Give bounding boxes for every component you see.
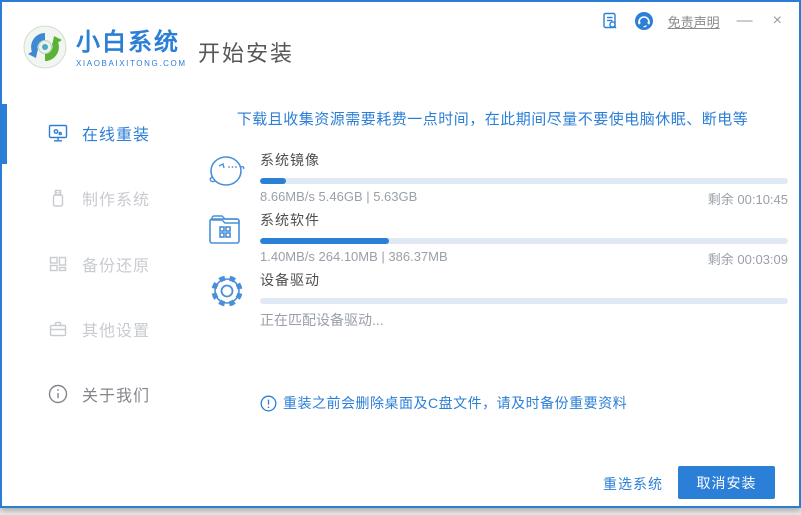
page-title: 开始安装	[198, 41, 295, 66]
title-bar: 小白系统 XIAOBAIXITONG.COM 开始安装 免责声明 — ×	[2, 2, 799, 90]
brand-name: 小白系统	[76, 29, 180, 56]
alert-circle-icon	[260, 395, 277, 411]
sidebar-item-label: 备份还原	[82, 258, 151, 275]
section-system-software: 系统软件 1.40MB/s 264.10MB | 386.37MB 剩余 00:…	[192, 210, 799, 267]
progress-bar-system-software	[260, 238, 788, 244]
sidebar-item-label: 其他设置	[82, 323, 151, 340]
xiaobai-logo-icon	[23, 25, 67, 69]
brand-block: 小白系统 XIAOBAIXITONG.COM	[76, 29, 187, 69]
sidebar-item-backup-restore[interactable]: 备份还原	[2, 244, 192, 284]
time-remaining: 剩余 00:03:09	[707, 252, 788, 267]
sidebar-item-about-us[interactable]: 关于我们	[2, 374, 192, 414]
software-folder-icon	[209, 215, 240, 244]
main-content: 下载且收集资源需要耗费一点时间，在此期间尽量不要使电脑休眠、断电等 系统镜像 8…	[192, 90, 799, 506]
backup-notice: 重装之前会删除桌面及C盘文件，请及时备份重要资料	[260, 393, 627, 413]
briefcase-icon	[47, 318, 69, 340]
sidebar-item-make-system[interactable]: 制作系统	[2, 178, 192, 218]
section-device-driver: 设备驱动 正在匹配设备驱动...	[192, 270, 799, 328]
download-stats: 8.66MB/s 5.46GB | 5.63GB	[260, 189, 418, 204]
close-button[interactable]: ×	[770, 12, 785, 30]
download-warning-text: 下载且收集资源需要耗费一点时间，在此期间尽量不要使电脑休眠、断电等	[236, 111, 749, 128]
sidebar: 在线重装 制作系统 备份还原 其他设置 关于我们	[2, 90, 192, 506]
log-document-icon[interactable]	[600, 11, 620, 31]
app-window: 小白系统 XIAOBAIXITONG.COM 开始安装 免责声明 — × 在线重…	[0, 0, 801, 515]
usb-drive-icon	[47, 187, 69, 209]
blocks-grid-icon	[47, 253, 69, 275]
sidebar-item-label: 关于我们	[82, 388, 151, 405]
cancel-install-button[interactable]: 取消安装	[678, 466, 775, 499]
section-title: 系统软件	[260, 212, 320, 228]
driver-status-text: 正在匹配设备驱动...	[260, 312, 384, 328]
sidebar-item-label: 在线重装	[82, 127, 151, 144]
section-system-image: 系统镜像 8.66MB/s 5.46GB | 5.63GB 剩余 00:10:4…	[192, 150, 799, 207]
progress-fill	[260, 178, 287, 184]
customer-service-icon[interactable]	[634, 11, 654, 31]
section-title: 系统镜像	[260, 152, 320, 168]
backup-notice-text: 重装之前会删除桌面及C盘文件，请及时备份重要资料	[283, 395, 628, 411]
monitor-icon	[47, 122, 69, 144]
minimize-button[interactable]: —	[734, 12, 756, 30]
progress-bar-device-driver	[260, 298, 788, 304]
sidebar-item-label: 制作系统	[82, 192, 151, 209]
progress-bar-system-image	[260, 178, 788, 184]
sidebar-item-other-settings[interactable]: 其他设置	[2, 309, 192, 349]
progress-fill	[260, 238, 390, 244]
installer-window: 小白系统 XIAOBAIXITONG.COM 开始安装 免责声明 — × 在线重…	[0, 0, 801, 508]
info-circle-icon	[47, 383, 69, 405]
sidebar-item-online-reinstall[interactable]: 在线重装	[2, 113, 192, 153]
reselect-system-link[interactable]: 重选系统	[603, 474, 663, 494]
download-stats: 1.40MB/s 264.10MB | 386.37MB	[260, 249, 448, 264]
gear-icon	[211, 275, 243, 307]
title-bar-controls: 免责声明 — ×	[600, 10, 785, 32]
section-title: 设备驱动	[260, 272, 320, 288]
disclaimer-link[interactable]: 免责声明	[668, 12, 720, 31]
time-remaining: 剩余 00:10:45	[707, 192, 788, 207]
mascot-face-icon	[209, 156, 245, 186]
brand-domain: XIAOBAIXITONG.COM	[76, 59, 187, 68]
